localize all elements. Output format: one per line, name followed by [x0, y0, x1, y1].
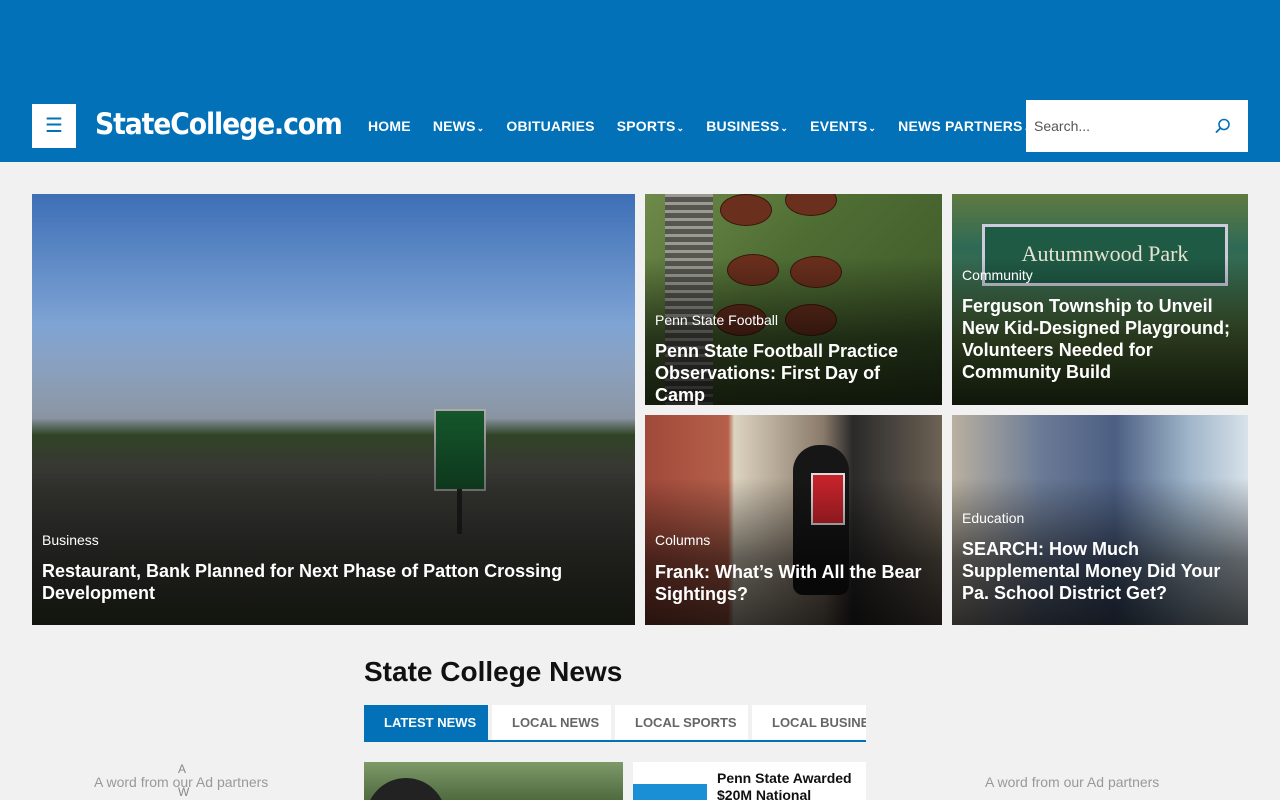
story-category[interactable]: Community: [962, 267, 1033, 283]
nav-business[interactable]: BUSINESS⌄: [706, 118, 788, 134]
site-logo[interactable]: StateCollege.com: [95, 107, 343, 141]
nav-sports[interactable]: SPORTS⌄: [617, 118, 685, 134]
hamburger-icon: ☰: [45, 115, 63, 137]
chevron-down-icon: ⌄: [868, 123, 877, 133]
chevron-down-icon: ⌄: [476, 123, 485, 133]
section-title: State College News: [364, 656, 623, 687]
story-headline[interactable]: Ferguson Township to Unveil New Kid-Desi…: [962, 295, 1238, 383]
story-thumbnail[interactable]: [364, 762, 623, 800]
chevron-down-icon: ⌄: [780, 123, 789, 133]
nav-news[interactable]: NEWS⌄: [433, 118, 485, 134]
tab-local-news[interactable]: LOCAL NEWS: [492, 705, 611, 740]
football-image: [785, 194, 837, 216]
search-input[interactable]: [1026, 100, 1206, 152]
tab-local-sports[interactable]: LOCAL SPORTS: [615, 705, 748, 740]
nav-obituaries[interactable]: OBITUARIES: [506, 118, 594, 134]
tab-local-business[interactable]: LOCAL BUSINESS: [752, 705, 866, 740]
tab-latest-news[interactable]: LATEST NEWS: [364, 705, 488, 740]
nav-home[interactable]: HOME: [368, 118, 411, 134]
main-nav: HOME NEWS⌄ OBITUARIES SPORTS⌄ BUSINESS⌄ …: [368, 118, 1053, 134]
helmet-image: [366, 778, 446, 800]
nav-events[interactable]: EVENTS⌄: [810, 118, 876, 134]
story-category[interactable]: Penn State Football: [655, 312, 778, 328]
story-headline[interactable]: Penn State Awarded $20M National Science: [717, 770, 866, 800]
featured-story[interactable]: Education SEARCH: How Much Supplemental …: [952, 415, 1248, 625]
story-category[interactable]: Business: [42, 532, 99, 548]
nav-news-partners[interactable]: NEWS PARTNERS⌄: [898, 118, 1031, 134]
search-box: [1026, 100, 1248, 152]
story-headline[interactable]: Penn State Football Practice Observation…: [655, 340, 932, 405]
ad-stray-letter: W: [178, 785, 190, 799]
search-icon[interactable]: [1214, 117, 1232, 135]
news-card[interactable]: Penn State Awarded $20M National Science: [633, 762, 866, 800]
story-headline[interactable]: SEARCH: How Much Supplemental Money Did …: [962, 538, 1238, 604]
news-tabs: LATEST NEWS LOCAL NEWS LOCAL SPORTS LOCA…: [364, 705, 866, 742]
story-thumbnail[interactable]: [633, 784, 707, 800]
chevron-down-icon: ⌄: [676, 123, 685, 133]
story-category[interactable]: Columns: [655, 532, 710, 548]
featured-story[interactable]: Columns Frank: What’s With All the Bear …: [645, 415, 942, 625]
featured-story[interactable]: Penn State Football Penn State Football …: [645, 194, 942, 405]
football-image: [720, 194, 772, 226]
featured-story[interactable]: Autumnwood Park Community Ferguson Towns…: [952, 194, 1248, 405]
story-headline[interactable]: Restaurant, Bank Planned for Next Phase …: [42, 560, 625, 604]
featured-story-main[interactable]: Business Restaurant, Bank Planned for Ne…: [32, 194, 635, 625]
story-headline[interactable]: Frank: What’s With All the Bear Sighting…: [655, 561, 932, 605]
hamburger-menu-button[interactable]: ☰: [32, 104, 76, 148]
ad-label-right: A word from our Ad partners: [985, 774, 1160, 790]
story-category[interactable]: Education: [962, 510, 1024, 526]
